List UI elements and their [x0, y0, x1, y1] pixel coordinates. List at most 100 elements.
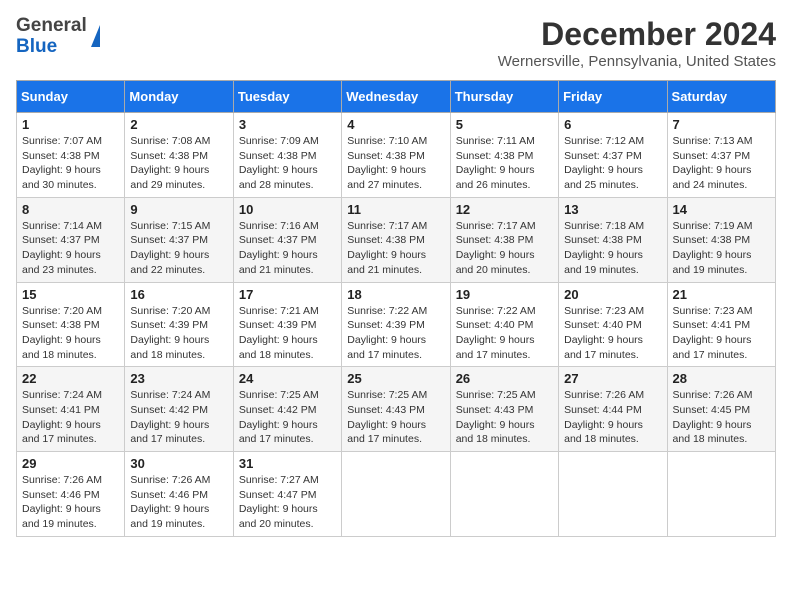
day-info: Sunrise: 7:17 AMSunset: 4:38 PMDaylight:…: [347, 219, 444, 278]
day-cell-24: 24Sunrise: 7:25 AMSunset: 4:42 PMDayligh…: [233, 367, 341, 452]
title-area: December 2024 Wernersville, Pennsylvania…: [498, 16, 776, 70]
day-number: 26: [456, 371, 553, 386]
day-number: 13: [564, 202, 661, 217]
week-row-4: 22 Sunrise: 7:24 AMSunset: 4:41 PMDayligh…: [17, 367, 776, 452]
day-cell-19: 19 Sunrise: 7:22 AMSunset: 4:40 PMDayligh…: [450, 282, 558, 367]
day-number: 14: [673, 202, 770, 217]
header: General Blue December 2024 Wernersville,…: [16, 16, 776, 70]
day-info: Sunrise: 7:27 AMSunset: 4:47 PMDaylight:…: [239, 473, 336, 532]
day-info: Sunrise: 7:26 AMSunset: 4:44 PMDaylight:…: [564, 388, 661, 447]
day-cell-16: 16Sunrise: 7:20 AMSunset: 4:39 PMDayligh…: [125, 282, 233, 367]
day-cell-17: 17Sunrise: 7:21 AMSunset: 4:39 PMDayligh…: [233, 282, 341, 367]
day-number: 10: [239, 202, 336, 217]
day-number: 21: [673, 287, 770, 302]
day-cell-29: 29 Sunrise: 7:26 AMSunset: 4:46 PMDayligh…: [17, 452, 125, 537]
day-info: Sunrise: 7:08 AMSunset: 4:38 PMDaylight:…: [130, 134, 227, 193]
day-cell-7: 7Sunrise: 7:13 AMSunset: 4:37 PMDaylight…: [667, 113, 775, 198]
day-cell-26: 26 Sunrise: 7:25 AMSunset: 4:43 PMDayligh…: [450, 367, 558, 452]
day-cell-27: 27Sunrise: 7:26 AMSunset: 4:44 PMDayligh…: [559, 367, 667, 452]
day-number: 19: [456, 287, 553, 302]
day-info: Sunrise: 7:19 AMSunset: 4:38 PMDaylight:…: [673, 219, 770, 278]
day-header-friday: Friday: [559, 81, 667, 113]
logo-blue-text: Blue: [16, 37, 87, 58]
day-number: 5: [456, 117, 553, 132]
week-row-5: 29 Sunrise: 7:26 AMSunset: 4:46 PMDayligh…: [17, 452, 776, 537]
day-cell-9: 9 Sunrise: 7:15 AMSunset: 4:37 PMDaylight…: [125, 197, 233, 282]
day-number: 3: [239, 117, 336, 132]
day-cell-21: 21 Sunrise: 7:23 AMSunset: 4:41 PMDayligh…: [667, 282, 775, 367]
day-header-monday: Monday: [125, 81, 233, 113]
day-header-sunday: Sunday: [17, 81, 125, 113]
day-cell-22: 22 Sunrise: 7:24 AMSunset: 4:41 PMDayligh…: [17, 367, 125, 452]
day-cell-15: 15Sunrise: 7:20 AMSunset: 4:38 PMDayligh…: [17, 282, 125, 367]
day-number: 29: [22, 456, 119, 471]
logo-triangle-icon: [91, 25, 100, 47]
day-info: Sunrise: 7:18 AMSunset: 4:38 PMDaylight:…: [564, 219, 661, 278]
empty-cell: [450, 452, 558, 537]
week-row-3: 15Sunrise: 7:20 AMSunset: 4:38 PMDayligh…: [17, 282, 776, 367]
day-header-tuesday: Tuesday: [233, 81, 341, 113]
day-cell-20: 20Sunrise: 7:23 AMSunset: 4:40 PMDayligh…: [559, 282, 667, 367]
day-cell-11: 11 Sunrise: 7:17 AMSunset: 4:38 PMDayligh…: [342, 197, 450, 282]
day-cell-4: 4 Sunrise: 7:10 AMSunset: 4:38 PMDaylight…: [342, 113, 450, 198]
day-header-thursday: Thursday: [450, 81, 558, 113]
day-info: Sunrise: 7:17 AMSunset: 4:38 PMDaylight:…: [456, 219, 553, 278]
day-info: Sunrise: 7:22 AMSunset: 4:40 PMDaylight:…: [456, 304, 553, 363]
day-number: 2: [130, 117, 227, 132]
calendar-table: SundayMondayTuesdayWednesdayThursdayFrid…: [16, 80, 776, 537]
day-number: 30: [130, 456, 227, 471]
day-info: Sunrise: 7:26 AMSunset: 4:46 PMDaylight:…: [22, 473, 119, 532]
day-number: 24: [239, 371, 336, 386]
day-info: Sunrise: 7:25 AMSunset: 4:43 PMDaylight:…: [456, 388, 553, 447]
day-number: 18: [347, 287, 444, 302]
day-number: 8: [22, 202, 119, 217]
day-info: Sunrise: 7:21 AMSunset: 4:39 PMDaylight:…: [239, 304, 336, 363]
empty-cell: [559, 452, 667, 537]
day-cell-6: 6Sunrise: 7:12 AMSunset: 4:37 PMDaylight…: [559, 113, 667, 198]
day-number: 15: [22, 287, 119, 302]
day-info: Sunrise: 7:26 AMSunset: 4:45 PMDaylight:…: [673, 388, 770, 447]
day-number: 25: [347, 371, 444, 386]
week-row-2: 8 Sunrise: 7:14 AMSunset: 4:37 PMDaylight…: [17, 197, 776, 282]
day-number: 12: [456, 202, 553, 217]
day-number: 11: [347, 202, 444, 217]
day-cell-31: 31Sunrise: 7:27 AMSunset: 4:47 PMDayligh…: [233, 452, 341, 537]
day-info: Sunrise: 7:24 AMSunset: 4:42 PMDaylight:…: [130, 388, 227, 447]
day-info: Sunrise: 7:24 AMSunset: 4:41 PMDaylight:…: [22, 388, 119, 447]
day-info: Sunrise: 7:23 AMSunset: 4:41 PMDaylight:…: [673, 304, 770, 363]
day-cell-23: 23Sunrise: 7:24 AMSunset: 4:42 PMDayligh…: [125, 367, 233, 452]
page-wrapper: General Blue December 2024 Wernersville,…: [16, 16, 776, 537]
day-info: Sunrise: 7:14 AMSunset: 4:37 PMDaylight:…: [22, 219, 119, 278]
day-info: Sunrise: 7:10 AMSunset: 4:38 PMDaylight:…: [347, 134, 444, 193]
day-number: 22: [22, 371, 119, 386]
day-number: 28: [673, 371, 770, 386]
day-info: Sunrise: 7:11 AMSunset: 4:38 PMDaylight:…: [456, 134, 553, 193]
day-info: Sunrise: 7:07 AMSunset: 4:38 PMDaylight:…: [22, 134, 119, 193]
day-number: 4: [347, 117, 444, 132]
logo: General Blue: [16, 16, 100, 58]
day-info: Sunrise: 7:15 AMSunset: 4:37 PMDaylight:…: [130, 219, 227, 278]
day-cell-3: 3 Sunrise: 7:09 AMSunset: 4:38 PMDaylight…: [233, 113, 341, 198]
day-header-wednesday: Wednesday: [342, 81, 450, 113]
day-info: Sunrise: 7:12 AMSunset: 4:37 PMDaylight:…: [564, 134, 661, 193]
day-info: Sunrise: 7:09 AMSunset: 4:38 PMDaylight:…: [239, 134, 336, 193]
day-cell-14: 14 Sunrise: 7:19 AMSunset: 4:38 PMDayligh…: [667, 197, 775, 282]
day-info: Sunrise: 7:26 AMSunset: 4:46 PMDaylight:…: [130, 473, 227, 532]
location-title: Wernersville, Pennsylvania, United State…: [498, 53, 776, 70]
week-row-1: 1Sunrise: 7:07 AMSunset: 4:38 PMDaylight…: [17, 113, 776, 198]
day-cell-12: 12 Sunrise: 7:17 AMSunset: 4:38 PMDayligh…: [450, 197, 558, 282]
day-header-row: SundayMondayTuesdayWednesdayThursdayFrid…: [17, 81, 776, 113]
day-info: Sunrise: 7:13 AMSunset: 4:37 PMDaylight:…: [673, 134, 770, 193]
day-number: 9: [130, 202, 227, 217]
day-cell-1: 1Sunrise: 7:07 AMSunset: 4:38 PMDaylight…: [17, 113, 125, 198]
day-cell-28: 28 Sunrise: 7:26 AMSunset: 4:45 PMDayligh…: [667, 367, 775, 452]
logo-brand: General Blue: [16, 16, 87, 58]
empty-cell: [342, 452, 450, 537]
day-cell-30: 30 Sunrise: 7:26 AMSunset: 4:46 PMDayligh…: [125, 452, 233, 537]
day-cell-18: 18Sunrise: 7:22 AMSunset: 4:39 PMDayligh…: [342, 282, 450, 367]
empty-cell: [667, 452, 775, 537]
day-info: Sunrise: 7:16 AMSunset: 4:37 PMDaylight:…: [239, 219, 336, 278]
day-cell-2: 2 Sunrise: 7:08 AMSunset: 4:38 PMDaylight…: [125, 113, 233, 198]
day-info: Sunrise: 7:20 AMSunset: 4:39 PMDaylight:…: [130, 304, 227, 363]
day-cell-5: 5 Sunrise: 7:11 AMSunset: 4:38 PMDaylight…: [450, 113, 558, 198]
